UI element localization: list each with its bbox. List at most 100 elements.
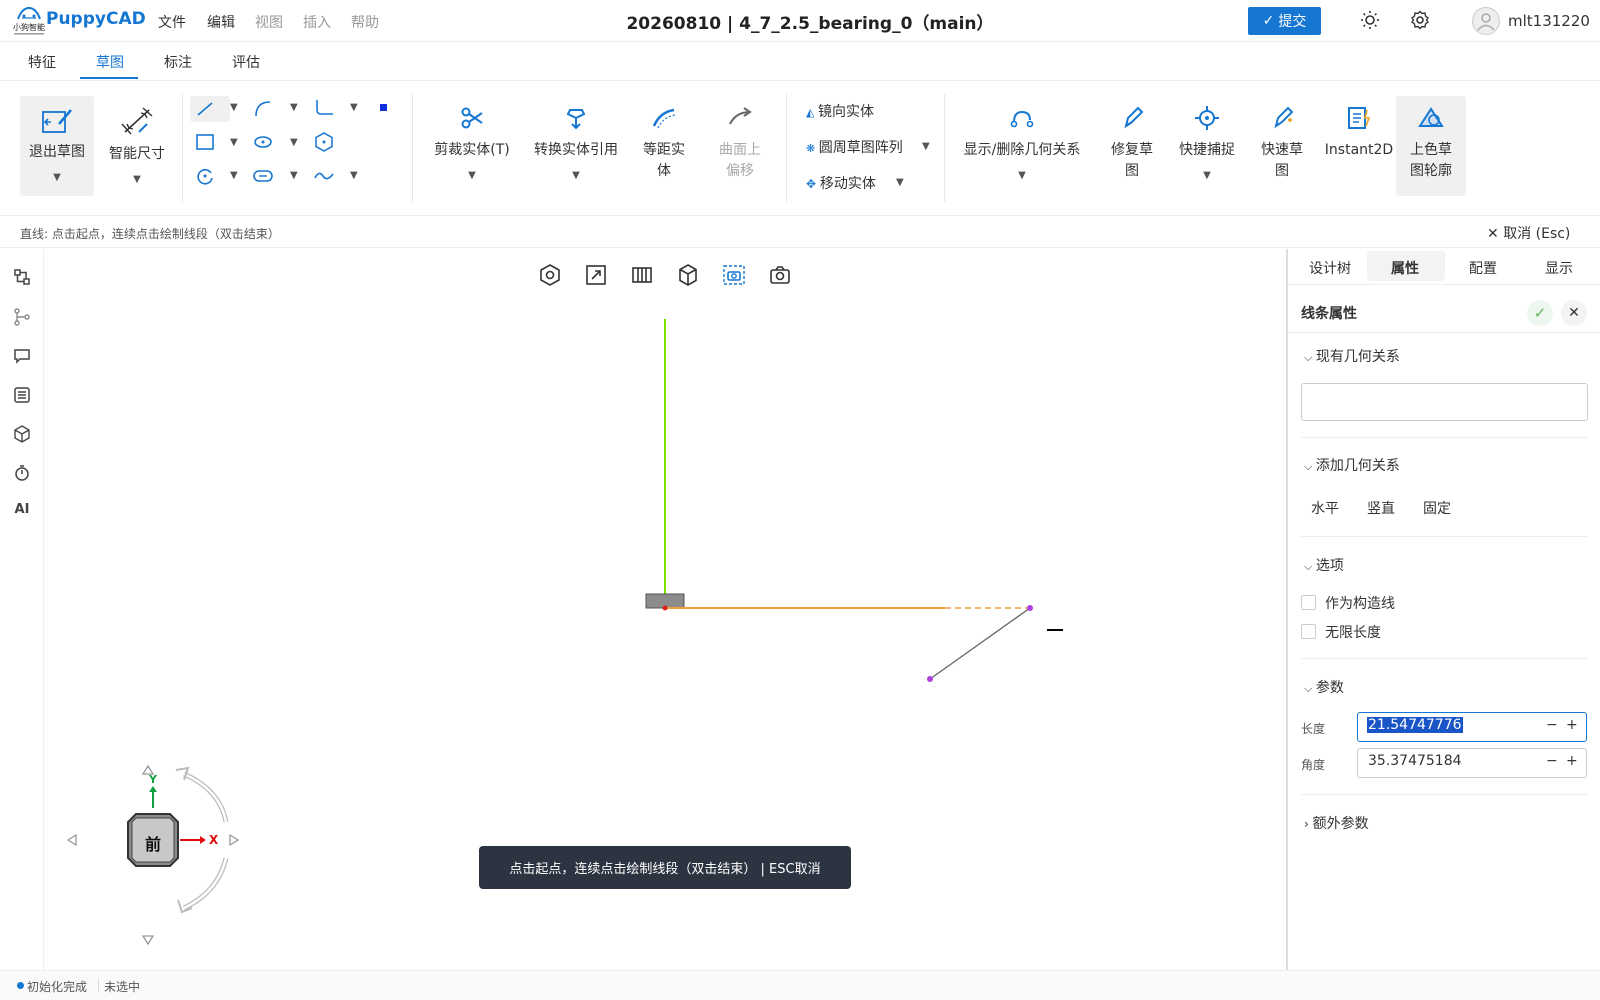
caret-down-icon[interactable]: ▼: [1176, 165, 1238, 186]
timer-icon[interactable]: [12, 463, 32, 483]
zoom-fit-icon[interactable]: [584, 263, 608, 287]
construction-checkbox[interactable]: [1301, 595, 1316, 610]
list-icon[interactable]: [12, 385, 32, 405]
confirm-check-icon[interactable]: ✓: [1527, 300, 1553, 326]
existing-relations-header[interactable]: ⌵ 现有几何关系: [1304, 346, 1400, 366]
length-input[interactable]: 21.54747776 − +: [1357, 712, 1587, 742]
rotate-cw-arc: [182, 771, 229, 823]
caret-down-icon[interactable]: ▼: [230, 102, 238, 113]
slot-tool-icon[interactable]: [252, 166, 274, 186]
menu-file[interactable]: 文件: [158, 12, 186, 32]
caret-down-icon[interactable]: ▼: [428, 165, 516, 186]
increment-icon[interactable]: +: [1566, 753, 1578, 769]
panel-tab-configuration[interactable]: 配置: [1469, 258, 1497, 278]
repair-sketch-button[interactable]: 修复草 图: [1104, 104, 1160, 182]
menu-edit[interactable]: 编辑: [207, 12, 235, 32]
infinite-length-checkbox[interactable]: [1301, 624, 1316, 639]
show-delete-relations-button[interactable]: 显示/删除几何关系 ▼: [960, 104, 1084, 186]
exit-sketch-button[interactable]: 退出草图 ▼: [20, 96, 94, 196]
tab-sketch[interactable]: 草图: [96, 52, 124, 72]
caret-down-icon[interactable]: ▼: [896, 177, 904, 188]
quick-snap-button[interactable]: 快捷捕捉 ▼: [1176, 104, 1238, 186]
section-view-icon[interactable]: [630, 263, 654, 287]
polygon-tool-icon[interactable]: [313, 131, 335, 153]
camera-icon[interactable]: [768, 263, 792, 287]
relation-vertical-button[interactable]: 竖直: [1367, 498, 1395, 518]
cube-icon[interactable]: [12, 424, 32, 444]
caret-down-icon[interactable]: ▼: [350, 170, 358, 181]
view-orientation-icon[interactable]: [538, 263, 562, 287]
caret-down-icon[interactable]: ▼: [960, 165, 1084, 186]
caret-down-icon[interactable]: ▼: [20, 167, 94, 188]
shaded-sketch-contour-button[interactable]: 上色草 图轮廓: [1396, 96, 1466, 196]
rapid-sketch-button[interactable]: 快速草 图: [1254, 104, 1310, 182]
caret-down-icon[interactable]: ▼: [100, 169, 174, 190]
tab-annotation[interactable]: 标注: [164, 52, 192, 72]
relation-horizontal-button[interactable]: 水平: [1311, 498, 1339, 518]
design-tree-icon[interactable]: [12, 267, 32, 287]
increment-icon[interactable]: +: [1566, 717, 1578, 733]
parameters-header[interactable]: ⌵ 参数: [1304, 677, 1344, 697]
arc-tool-icon[interactable]: [252, 98, 274, 118]
caret-down-icon[interactable]: ▼: [528, 165, 624, 186]
tab-feature[interactable]: 特征: [28, 52, 56, 72]
display-style-cube-icon[interactable]: [676, 263, 700, 287]
offset-entities-button[interactable]: 等距实 体: [636, 104, 692, 182]
decrement-icon[interactable]: −: [1546, 753, 1558, 769]
menu-insert[interactable]: 插入: [303, 12, 331, 32]
caret-down-icon[interactable]: ▼: [922, 141, 930, 152]
offset-icon: [650, 104, 678, 132]
menu-help[interactable]: 帮助: [351, 12, 379, 32]
circle-tool-icon[interactable]: [194, 166, 216, 186]
line-tool-button[interactable]: [190, 96, 230, 122]
view-navigator[interactable]: [60, 760, 260, 950]
caret-down-icon[interactable]: ▼: [290, 137, 298, 148]
ellipse-tool-icon[interactable]: [252, 132, 274, 152]
convert-entities-button[interactable]: 转换实体引用 ▼: [528, 104, 624, 186]
relation-fix-button[interactable]: 固定: [1423, 498, 1451, 518]
options-header[interactable]: ⌵ 选项: [1304, 555, 1344, 575]
decrement-icon[interactable]: −: [1546, 717, 1558, 733]
angle-input[interactable]: 35.37475184 − +: [1357, 748, 1587, 778]
view-cube-front-label[interactable]: 前: [145, 831, 161, 855]
instant2d-button[interactable]: Instant2D: [1322, 104, 1396, 161]
menu-view[interactable]: 视图: [255, 12, 283, 32]
comment-icon[interactable]: [12, 346, 32, 366]
theme-sun-icon[interactable]: [1360, 10, 1380, 30]
point-tool-icon[interactable]: [380, 104, 387, 111]
screenshot-region-icon[interactable]: [722, 263, 746, 287]
trim-entities-button[interactable]: 剪裁实体(T) ▼: [428, 104, 516, 186]
user-avatar[interactable]: [1472, 7, 1500, 35]
username[interactable]: mlt131220: [1508, 12, 1590, 30]
caret-down-icon[interactable]: ▼: [230, 170, 238, 181]
smart-dimension-button[interactable]: 智能尺寸 ▼: [100, 96, 174, 196]
mirror-entities-button[interactable]: ◭ 镜向实体: [806, 101, 874, 121]
submit-button[interactable]: ✓ 提交: [1248, 7, 1321, 35]
add-relations-header[interactable]: ⌵ 添加几何关系: [1304, 455, 1400, 475]
extra-params-header[interactable]: › 额外参数: [1304, 813, 1369, 833]
cancel-command-button[interactable]: ✕ 取消 (Esc): [1487, 223, 1570, 243]
panel-tab-display[interactable]: 显示: [1545, 258, 1573, 278]
existing-relations-list[interactable]: [1301, 383, 1588, 421]
panel-tab-properties[interactable]: 属性: [1391, 258, 1419, 278]
ai-assistant-button[interactable]: AI: [12, 502, 32, 522]
circular-pattern-button[interactable]: ❋ 圆周草图阵列: [806, 137, 903, 157]
cancel-label: 取消 (Esc): [1503, 226, 1571, 242]
offset-on-surface-button[interactable]: 曲面上 偏移: [712, 104, 768, 182]
caret-down-icon[interactable]: ▼: [290, 102, 298, 113]
origin-point: [662, 605, 668, 611]
caret-down-icon[interactable]: ▼: [350, 102, 358, 113]
branch-icon[interactable]: [12, 307, 32, 327]
close-panel-icon[interactable]: ✕: [1561, 300, 1587, 326]
construction-label: 作为构造线: [1325, 596, 1395, 612]
tab-evaluate[interactable]: 评估: [232, 52, 260, 72]
caret-down-icon[interactable]: ▼: [290, 170, 298, 181]
move-entities-button[interactable]: ✥ 移动实体: [806, 173, 876, 193]
fillet-tool-icon[interactable]: [313, 98, 335, 118]
caret-down-icon[interactable]: ▼: [230, 137, 238, 148]
rapid-sketch-icon: [1268, 104, 1296, 132]
spline-tool-icon[interactable]: [313, 166, 335, 186]
settings-gear-icon[interactable]: [1410, 10, 1430, 30]
panel-tab-design-tree[interactable]: 设计树: [1309, 258, 1351, 278]
rectangle-tool-icon[interactable]: [194, 132, 216, 152]
